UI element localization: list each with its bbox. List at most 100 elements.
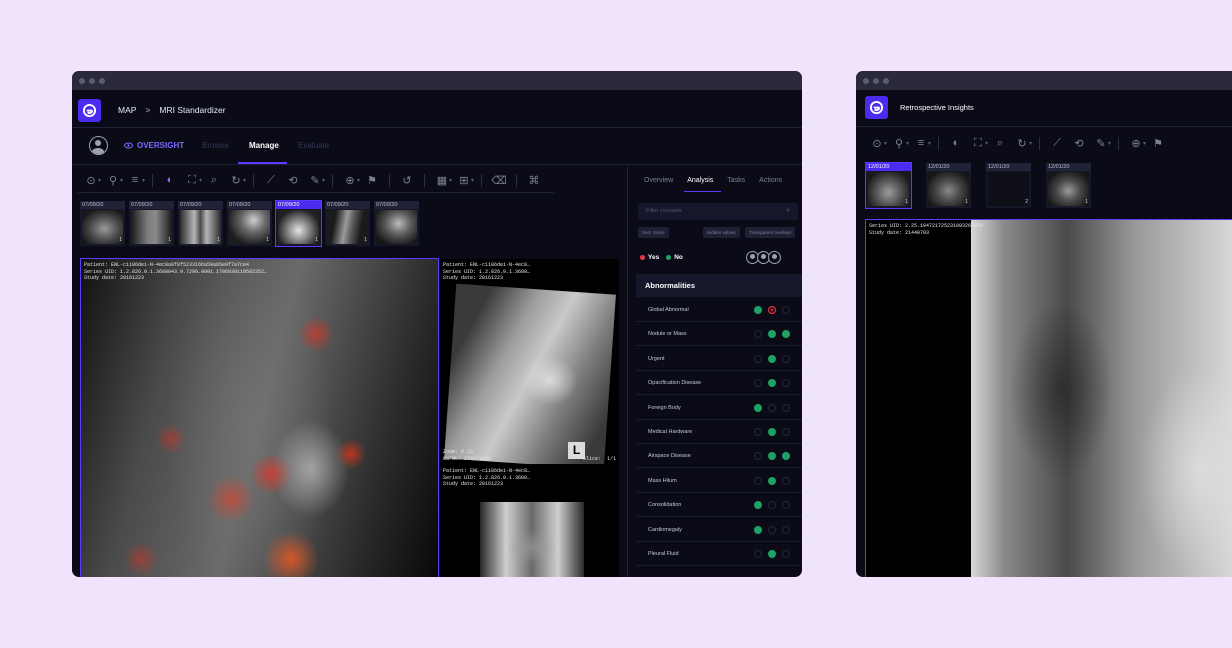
vote-toggle[interactable] (782, 403, 790, 412)
abnormality-row[interactable]: Nodule or Mass (636, 322, 802, 347)
main-viewport[interactable]: Patient: ENL-c1i86dei-N-4ec8a8f8f523316b… (80, 258, 439, 577)
measure-icon[interactable]: ⟋ (1046, 136, 1068, 150)
abnormality-row[interactable]: Consolidation (636, 493, 802, 518)
tab-analysis[interactable]: Analysis (687, 177, 713, 184)
thumbnail[interactable]: 07/09/20 1 (178, 201, 223, 246)
thumbnail[interactable]: 07/09/20 1 (325, 201, 370, 246)
vote-toggle[interactable] (768, 476, 776, 485)
contrast-icon[interactable]: ◐ (945, 136, 967, 150)
tab-tasks[interactable]: Tasks (727, 177, 745, 184)
close-dot[interactable] (79, 77, 85, 84)
layers-icon[interactable]: ≡ (910, 136, 932, 150)
breadcrumb-current[interactable]: MRI Standardizer (159, 105, 225, 115)
crosshair-icon[interactable]: ⊙ (80, 173, 102, 187)
avatar[interactable] (89, 136, 108, 155)
zoom-dot[interactable] (883, 77, 889, 84)
vote-toggle[interactable] (754, 501, 762, 510)
thumbnail[interactable]: 07/09/20 1 (227, 201, 272, 246)
thumbnail-selected[interactable]: 12/01/20 1 (865, 162, 912, 209)
grid-icon[interactable]: ▦ (431, 173, 453, 187)
abnormality-row[interactable]: Cardiomegaly (636, 518, 802, 542)
refresh-icon[interactable]: ⟲ (1068, 136, 1090, 150)
vote-toggle[interactable] (768, 354, 776, 363)
clear-icon[interactable]: ✕ (785, 203, 790, 220)
vote-toggle[interactable] (768, 452, 776, 461)
abnormality-row[interactable]: Global Abnormal (636, 298, 802, 322)
minimize-dot[interactable] (89, 77, 95, 84)
abnormality-row[interactable]: Opacification Disease (636, 371, 802, 396)
abnormality-row[interactable]: Urgent (636, 347, 802, 371)
eraser-icon[interactable]: ⌫ (488, 173, 510, 187)
fit-icon[interactable]: ⛶ (181, 173, 203, 187)
pin-icon[interactable]: ⚑ (361, 173, 383, 187)
breadcrumb-root[interactable]: MAP (118, 105, 136, 115)
target-icon[interactable]: ⊕ (1125, 136, 1147, 150)
close-dot[interactable] (863, 77, 869, 84)
secondary-viewport[interactable]: L Patient: ENL-c1i86dei-N-4ec8… Series UI… (440, 259, 619, 495)
abnormality-row[interactable]: Foreign Body (636, 396, 802, 420)
thumbnail[interactable]: 07/09/20 1 (80, 201, 125, 246)
vote-toggle[interactable] (754, 428, 762, 436)
abnormality-row[interactable]: Airspace Disease (636, 444, 802, 469)
thumbnail-selected[interactable]: 07/09/20 1 (275, 200, 322, 247)
vote-toggle[interactable] (754, 403, 762, 412)
tab-manage[interactable]: Manage (249, 141, 279, 150)
label-icon[interactable]: ⌘ (523, 173, 545, 187)
target-icon[interactable]: ⊕ (339, 173, 361, 187)
zoom-icon[interactable]: ⌕ (989, 136, 1011, 150)
vote-toggle[interactable] (754, 525, 762, 534)
vote-toggle[interactable] (782, 550, 790, 558)
vote-toggle[interactable] (768, 379, 776, 388)
rotate-icon[interactable]: ↻ (225, 173, 247, 187)
refresh-icon[interactable]: ⟲ (282, 173, 304, 187)
thumbnail[interactable]: 12/01/20 2 (986, 163, 1031, 208)
vote-toggle[interactable] (754, 306, 762, 314)
vote-toggle[interactable] (782, 525, 790, 534)
fit-icon[interactable]: ⛶ (967, 136, 989, 150)
minimize-dot[interactable] (873, 77, 879, 84)
crosshair-icon[interactable]: ⊙ (866, 136, 888, 150)
thumbnail[interactable]: 07/09/20 1 (129, 201, 174, 246)
vote-toggle[interactable] (782, 452, 790, 461)
vote-toggle[interactable] (782, 379, 790, 388)
layers-icon[interactable]: ≡ (124, 173, 146, 187)
vote-toggle[interactable] (782, 476, 790, 485)
abnormality-row[interactable]: Pleural Fluid (636, 542, 802, 566)
rotate-icon[interactable]: ↻ (1011, 136, 1033, 150)
main-viewport[interactable]: Series UID: 2.25.104721725231093263959 St… (865, 219, 1232, 577)
oversight-link[interactable]: OVERSIGHT (124, 141, 184, 150)
transparent-overlays-chip[interactable]: Transparent overlays (745, 227, 796, 238)
pin-icon[interactable]: ⚑ (1147, 136, 1169, 150)
vote-toggle[interactable] (782, 354, 790, 363)
app-logo[interactable] (78, 99, 101, 122)
pen-icon[interactable]: ✎ (304, 173, 326, 187)
vote-toggle[interactable] (768, 501, 776, 510)
abnormality-row[interactable]: Medical Hardware (636, 420, 802, 444)
vote-toggle[interactable] (754, 452, 762, 461)
vote-toggle[interactable] (768, 306, 776, 314)
tag-icon[interactable]: ⚲ (888, 136, 910, 150)
vote-toggle[interactable] (782, 330, 790, 339)
vote-toggle[interactable] (754, 354, 762, 363)
vote-toggle[interactable] (768, 550, 776, 558)
thumbnail[interactable]: 12/01/20 1 (926, 163, 971, 208)
vote-toggle[interactable] (782, 306, 790, 314)
undo-icon[interactable]: ↺ (396, 173, 418, 187)
zoom-dot[interactable] (99, 77, 105, 84)
vote-toggle[interactable] (768, 428, 776, 436)
vote-toggle[interactable] (768, 525, 776, 534)
pen-icon[interactable]: ✎ (1090, 136, 1112, 150)
vote-toggle[interactable] (754, 476, 762, 485)
measure-icon[interactable]: ⟋ (260, 173, 282, 187)
filter-concepts-input[interactable]: Filter concepts ✕ (638, 203, 798, 220)
tab-actions[interactable]: Actions (759, 177, 782, 184)
contrast-icon[interactable]: ◐ (159, 173, 181, 187)
tag-icon[interactable]: ⚲ (102, 173, 124, 187)
app-logo[interactable] (865, 96, 888, 119)
abnormality-row[interactable]: Mass Hilum (636, 469, 802, 493)
vote-toggle[interactable] (768, 330, 776, 339)
tertiary-viewport[interactable]: Patient: ENL-c1i86dei-N-4ec8… Series UID:… (440, 464, 619, 577)
grid-small-icon[interactable]: ⊞ (453, 173, 475, 187)
vote-toggle[interactable] (754, 379, 762, 388)
thumbnail[interactable]: 07/09/20 (374, 201, 419, 246)
